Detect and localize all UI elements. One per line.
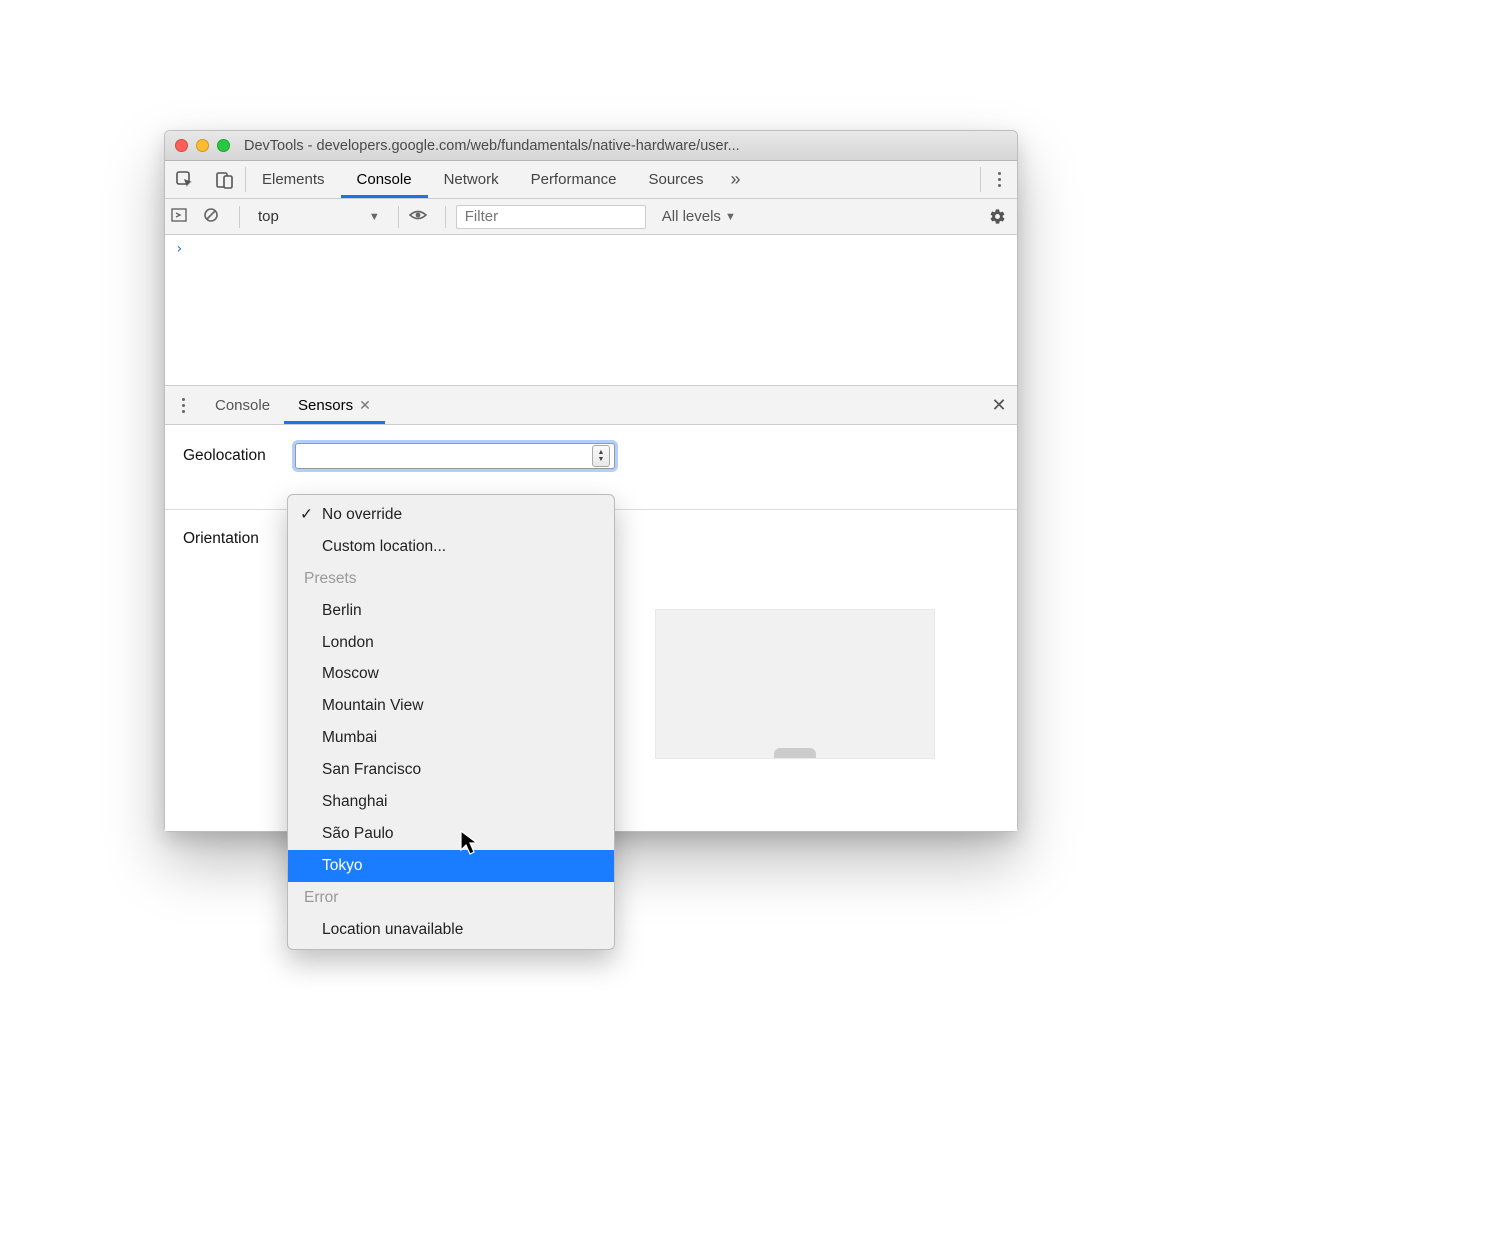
- orientation-preview[interactable]: [655, 609, 935, 759]
- clear-icon: [203, 207, 219, 223]
- geolocation-group-error: Error: [288, 882, 614, 914]
- drawer-tab-console[interactable]: Console: [201, 386, 284, 424]
- chevron-down-icon: ▼: [725, 211, 736, 223]
- main-tab-bar: Elements Console Network Performance Sou…: [165, 161, 1017, 199]
- geolocation-label: Geolocation: [183, 447, 283, 465]
- divider: [445, 206, 446, 228]
- more-tabs-button[interactable]: »: [720, 161, 752, 198]
- minimize-window-button[interactable]: [196, 139, 209, 152]
- log-levels-select[interactable]: All levels ▼: [662, 208, 736, 225]
- geolocation-option-mumbai[interactable]: Mumbai: [288, 722, 614, 754]
- geolocation-option-london[interactable]: London: [288, 627, 614, 659]
- select-stepper-icon: ▲▼: [592, 445, 610, 467]
- eye-icon: [409, 206, 427, 224]
- devtools-menu-button[interactable]: [981, 161, 1017, 198]
- console-sidebar-toggle[interactable]: [171, 207, 197, 227]
- context-label: top: [258, 208, 279, 225]
- geolocation-select[interactable]: ▲▼: [295, 443, 615, 469]
- drawer-tab-label: Console: [215, 397, 270, 414]
- kebab-icon: [182, 398, 185, 413]
- tab-elements[interactable]: Elements: [246, 161, 341, 198]
- geolocation-option-tokyo[interactable]: Tokyo: [288, 850, 614, 882]
- drawer-tab-sensors[interactable]: Sensors ✕: [284, 386, 385, 424]
- geolocation-option-shanghai[interactable]: Shanghai: [288, 786, 614, 818]
- geolocation-option-sao-paulo[interactable]: São Paulo: [288, 818, 614, 850]
- drawer-tab-label: Sensors: [298, 397, 353, 414]
- sidebar-icon: [171, 207, 187, 223]
- levels-label: All levels: [662, 208, 721, 225]
- window-title: DevTools - developers.google.com/web/fun…: [244, 138, 1007, 154]
- close-icon: ✕: [991, 395, 1006, 416]
- geolocation-option-no-override[interactable]: No override: [288, 499, 614, 531]
- tab-performance[interactable]: Performance: [515, 161, 633, 198]
- geolocation-row: Geolocation ▲▼: [183, 443, 999, 469]
- tab-console[interactable]: Console: [341, 161, 428, 198]
- geolocation-dropdown: No override Custom location... Presets B…: [287, 494, 615, 950]
- geolocation-option-berlin[interactable]: Berlin: [288, 595, 614, 627]
- geolocation-option-moscow[interactable]: Moscow: [288, 658, 614, 690]
- drawer-menu-button[interactable]: [165, 386, 201, 424]
- geolocation-option-custom[interactable]: Custom location...: [288, 531, 614, 563]
- toggle-device-toolbar-button[interactable]: [205, 161, 245, 198]
- geolocation-group-presets: Presets: [288, 563, 614, 595]
- close-tab-icon[interactable]: ✕: [359, 397, 371, 414]
- inspect-icon: [176, 171, 194, 189]
- divider: [398, 206, 399, 228]
- device-icon: [216, 171, 234, 189]
- console-output[interactable]: ›: [165, 235, 1017, 385]
- clear-console-button[interactable]: [203, 207, 229, 227]
- console-toolbar: top ▼ All levels ▼: [165, 199, 1017, 235]
- chevron-down-icon: ▼: [369, 211, 380, 223]
- inspect-element-button[interactable]: [165, 161, 205, 198]
- live-expression-button[interactable]: [409, 206, 435, 228]
- orientation-label: Orientation: [183, 530, 283, 548]
- titlebar: DevTools - developers.google.com/web/fun…: [165, 131, 1017, 161]
- console-settings-button[interactable]: [983, 208, 1011, 225]
- kebab-icon: [998, 172, 1001, 187]
- tab-sources[interactable]: Sources: [632, 161, 719, 198]
- traffic-lights: [175, 139, 230, 152]
- tab-network[interactable]: Network: [428, 161, 515, 198]
- execution-context-select[interactable]: top ▼: [250, 208, 388, 225]
- main-tabs: Elements Console Network Performance Sou…: [246, 161, 720, 198]
- filter-input[interactable]: [456, 205, 646, 229]
- geolocation-option-mountain-view[interactable]: Mountain View: [288, 690, 614, 722]
- zoom-window-button[interactable]: [217, 139, 230, 152]
- divider: [239, 206, 240, 228]
- console-prompt: ›: [175, 241, 183, 257]
- close-window-button[interactable]: [175, 139, 188, 152]
- geolocation-option-san-francisco[interactable]: San Francisco: [288, 754, 614, 786]
- close-drawer-button[interactable]: ✕: [981, 386, 1017, 424]
- drawer-tab-bar: Console Sensors ✕ ✕: [165, 385, 1017, 425]
- geolocation-option-unavailable[interactable]: Location unavailable: [288, 914, 614, 946]
- gear-icon: [989, 208, 1006, 225]
